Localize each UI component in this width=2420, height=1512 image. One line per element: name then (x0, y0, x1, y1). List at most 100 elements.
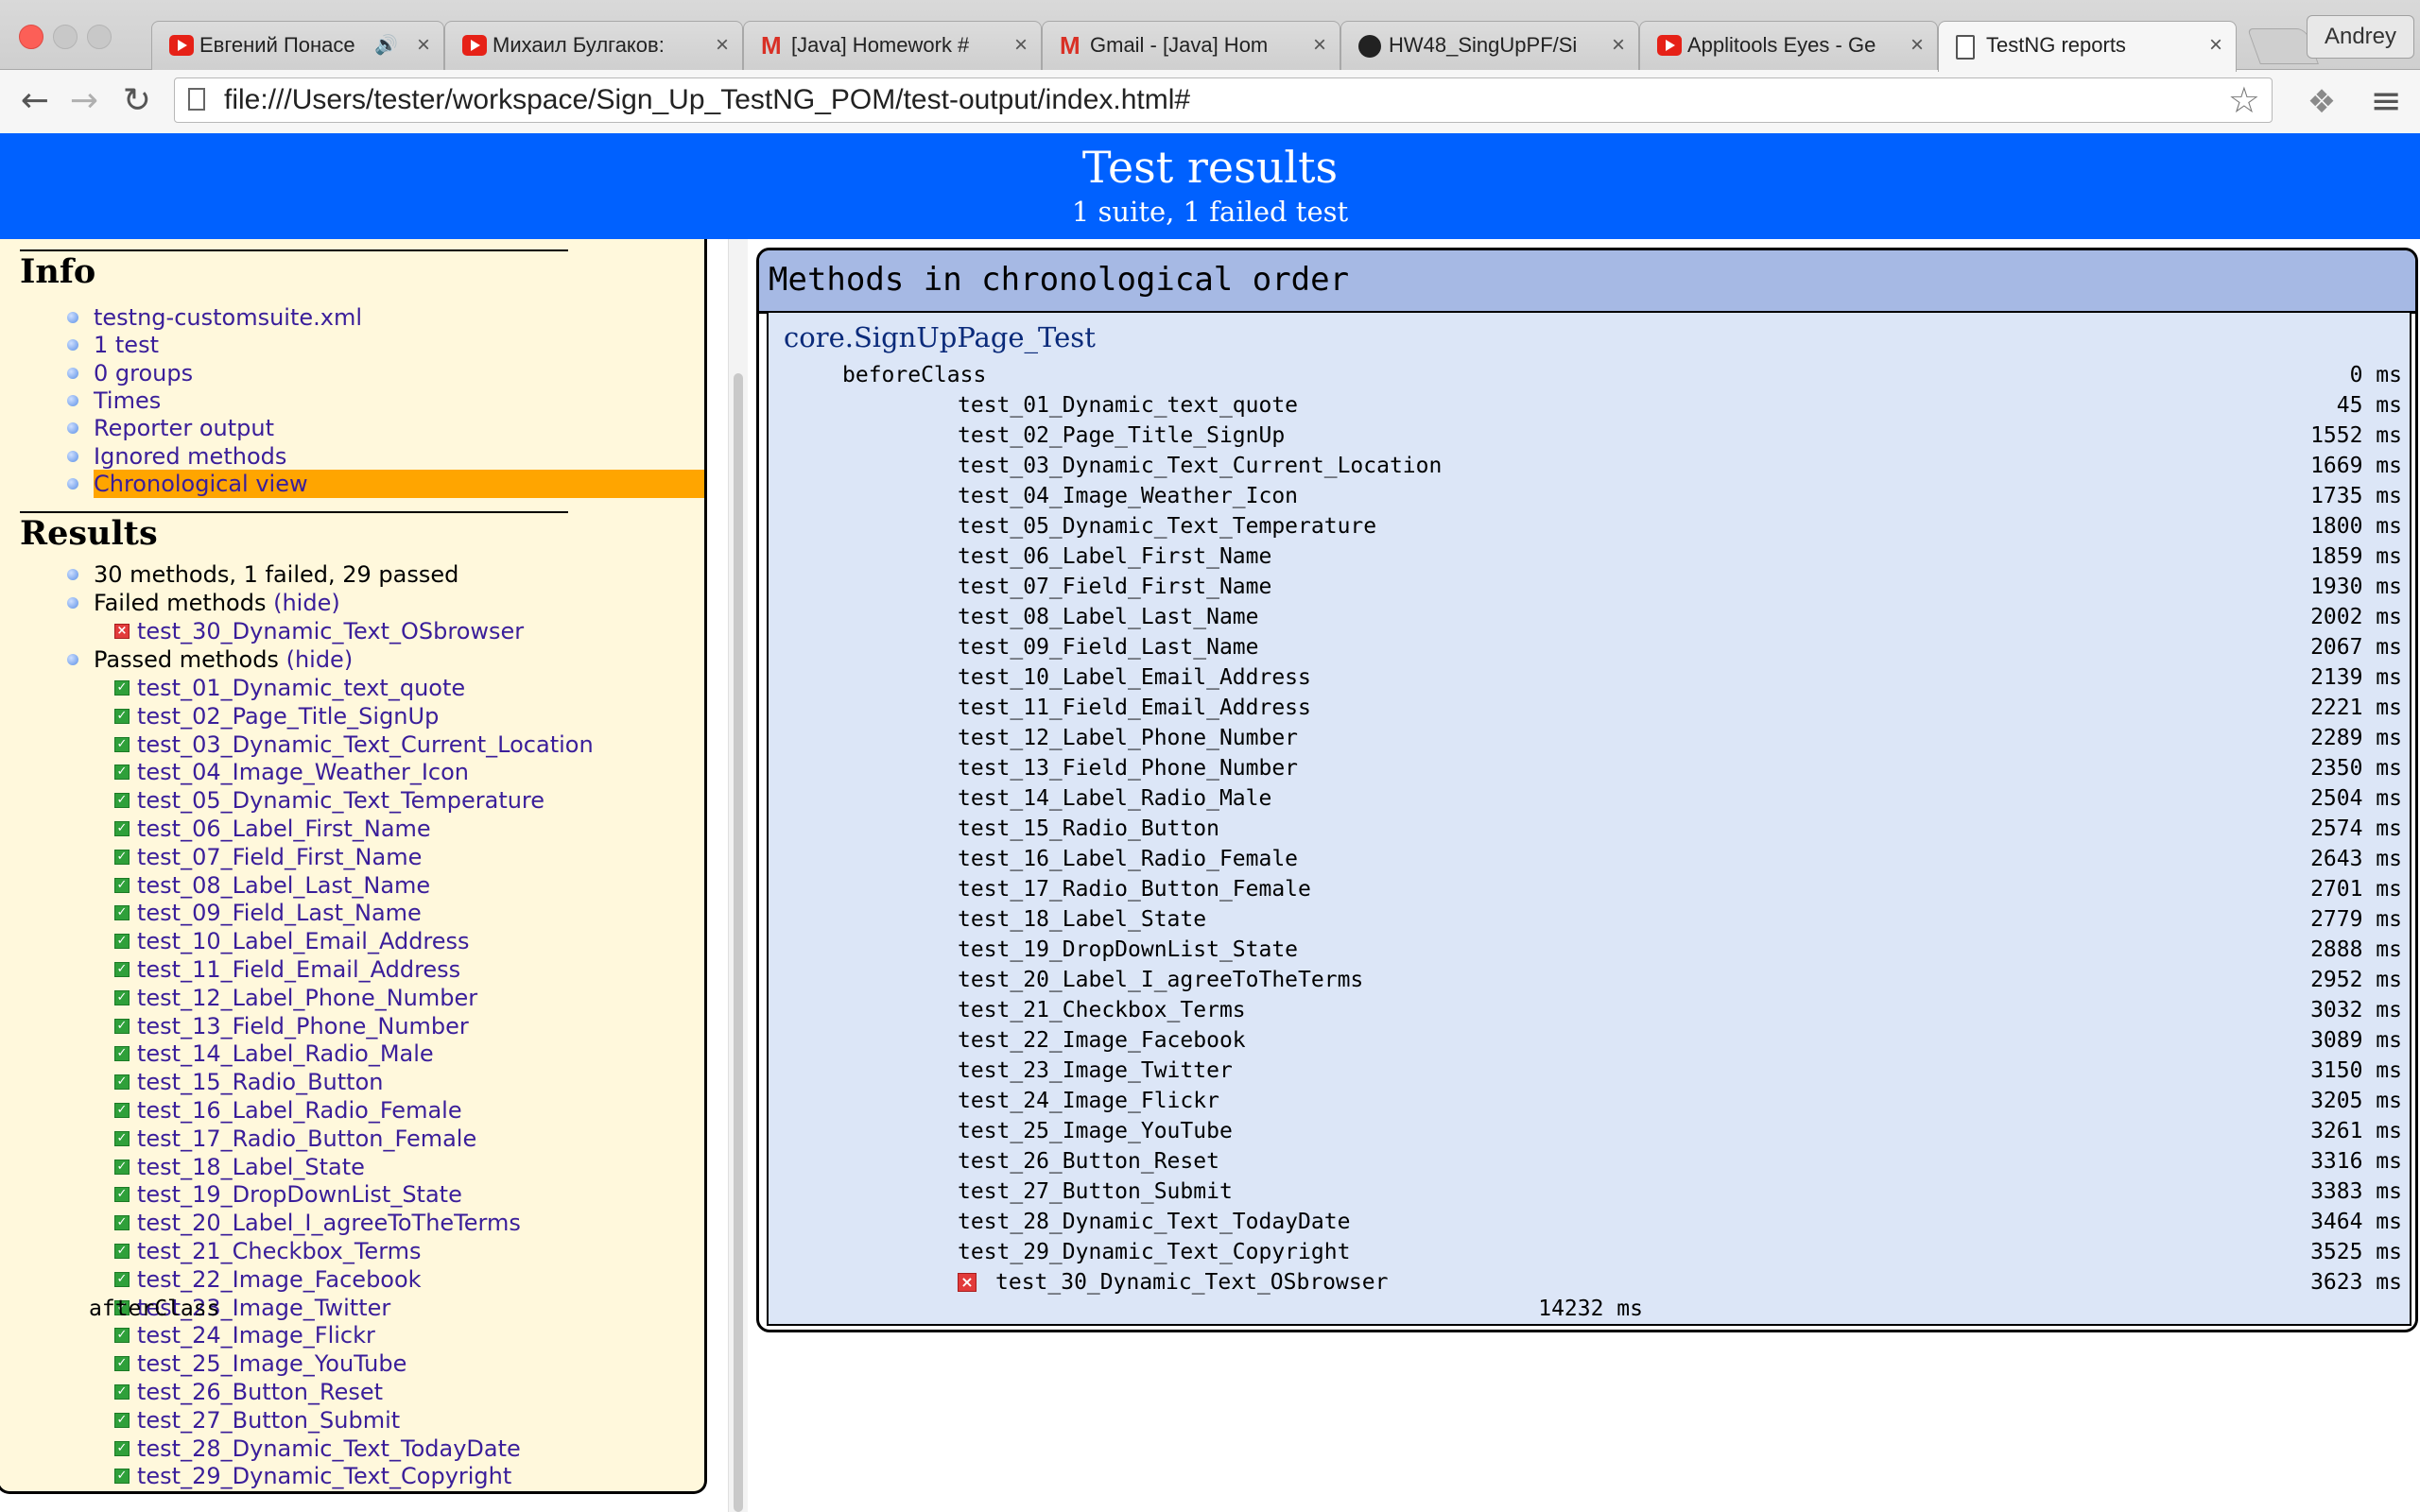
passed-icon: ✓ (114, 1412, 130, 1428)
passed-icon: ✓ (114, 708, 130, 724)
info-link[interactable]: testng-customsuite.xml (94, 303, 362, 332)
speaker-icon[interactable]: 🔊 (374, 22, 398, 69)
passed-method-link[interactable]: test_19_DropDownList_State (137, 1180, 462, 1209)
bullet-icon (67, 394, 78, 406)
browser-toolbar: ← → ↻ file:///Users/tester/workspace/Sig… (0, 70, 2420, 134)
panel-heading: Methods in chronological order (769, 261, 1350, 299)
method-time: 1669 ms (2310, 454, 2402, 478)
browser-tab[interactable]: M Gmail - [Java] Hom × (1042, 21, 1340, 70)
results-heading: Results (20, 514, 158, 553)
passed-method-link[interactable]: test_13_Field_Phone_Number (137, 1012, 469, 1040)
method-time: 2574 ms (2310, 816, 2402, 841)
info-link[interactable]: 1 test (94, 331, 159, 359)
method-time: 2139 ms (2310, 665, 2402, 690)
hide-passed-link[interactable]: (hide) (286, 646, 354, 673)
after-class-row: afterClass 14232 ms (8, 1293, 1652, 1325)
method-name: test_21_Checkbox_Terms (958, 998, 1246, 1022)
passed-method-link[interactable]: test_25_Image_YouTube (137, 1349, 406, 1378)
address-bar[interactable]: file:///Users/tester/workspace/Sign_Up_T… (174, 77, 2273, 123)
passed-method-link[interactable]: test_07_Field_First_Name (137, 843, 422, 871)
method-name: test_28_Dynamic_Text_TodayDate (958, 1210, 1351, 1234)
reload-icon[interactable]: ↻ (113, 79, 161, 125)
passed-method-link[interactable]: test_06_Label_First_Name (137, 815, 431, 843)
failed-method-link[interactable]: test_30_Dynamic_Text_OSbrowser (137, 617, 524, 645)
passed-method-link[interactable]: test_04_Image_Weather_Icon (137, 758, 469, 786)
method-row: test_08_Label_Last_Name 2002 ms (769, 602, 2411, 632)
method-time: 1859 ms (2310, 544, 2402, 569)
tab-close-icon[interactable]: × (1014, 22, 1028, 69)
tab-close-icon[interactable]: × (417, 22, 430, 69)
scrollbar-thumb[interactable] (734, 373, 743, 1512)
dropbox-icon[interactable]: ❖ (2303, 85, 2341, 119)
gmail-icon: M (761, 31, 782, 60)
passed-icon: ✓ (114, 1215, 130, 1231)
passed-method-link[interactable]: test_12_Label_Phone_Number (137, 984, 477, 1012)
method-row: test_14_Label_Radio_Male 2504 ms (769, 783, 2411, 814)
info-link[interactable]: Times (94, 387, 161, 415)
window-zoom-button[interactable] (87, 25, 112, 49)
bookmark-star-icon[interactable]: ☆ (2228, 78, 2260, 122)
profile-button[interactable]: Andrey (2307, 15, 2414, 59)
passed-method-link[interactable]: test_29_Dynamic_Text_Copyright (137, 1462, 511, 1490)
menu-icon[interactable]: ≡ (2363, 79, 2409, 125)
passed-method-link[interactable]: test_16_Label_Radio_Female (137, 1096, 462, 1125)
passed-method-link[interactable]: test_03_Dynamic_Text_Current_Location (137, 730, 594, 759)
method-row: test_11_Field_Email_Address 2221 ms (769, 693, 2411, 723)
passed-method-link[interactable]: test_20_Label_I_agreeToTheTerms (137, 1209, 521, 1237)
browser-tab[interactable]: Applitools Eyes - Ge × (1639, 21, 1938, 70)
method-name: test_05_Dynamic_Text_Temperature (958, 514, 1377, 539)
passed-icon: ✓ (114, 1018, 130, 1034)
passed-method-link[interactable]: test_17_Radio_Button_Female (137, 1125, 476, 1153)
info-link[interactable]: 0 groups (94, 359, 193, 387)
tab-close-icon[interactable]: × (1313, 22, 1326, 69)
passed-method-link[interactable]: test_09_Field_Last_Name (137, 899, 422, 927)
method-time: 3464 ms (2310, 1210, 2402, 1234)
passed-method-link[interactable]: test_14_Label_Radio_Male (137, 1040, 434, 1068)
passed-method-link[interactable]: test_02_Page_Title_SignUp (137, 702, 439, 730)
hide-failed-link[interactable]: (hide) (273, 590, 340, 616)
passed-method-link[interactable]: test_18_Label_State (137, 1153, 365, 1181)
passed-method-link[interactable]: test_05_Dynamic_Text_Temperature (137, 786, 544, 815)
forward-arrow-icon[interactable]: → (60, 79, 108, 125)
browser-tab-active[interactable]: TestNG reports × (1938, 21, 2237, 72)
passed-method-link[interactable]: test_28_Dynamic_Text_TodayDate (137, 1435, 521, 1463)
passed-method-link[interactable]: test_15_Radio_Button (137, 1068, 383, 1096)
window-minimize-button[interactable] (53, 25, 78, 49)
passed-method-link[interactable]: test_24_Image_Flickr (137, 1321, 375, 1349)
passed-method-link[interactable]: test_26_Button_Reset (137, 1378, 383, 1406)
tab-label: Евгений Понасе (199, 33, 355, 57)
method-time: 2221 ms (2310, 696, 2402, 720)
method-row: test_13_Field_Phone_Number 2350 ms (769, 753, 2411, 783)
method-name: test_26_Button_Reset (958, 1149, 1219, 1174)
url-text[interactable]: file:///Users/tester/workspace/Sign_Up_T… (224, 78, 1190, 122)
failed-icon: × (114, 624, 130, 639)
browser-tab[interactable]: HW48_SingUpPF/Si × (1340, 21, 1639, 70)
passed-method-link[interactable]: test_21_Checkbox_Terms (137, 1237, 422, 1265)
info-link[interactable]: Ignored methods (94, 442, 286, 471)
passed-method-link[interactable]: test_01_Dynamic_text_quote (137, 674, 465, 702)
info-heading: Info (20, 252, 96, 291)
tab-close-icon[interactable]: × (1612, 22, 1625, 69)
browser-tab[interactable]: Евгений Понасе 🔊 × (151, 21, 444, 70)
back-arrow-icon[interactable]: ← (11, 79, 59, 125)
method-name: test_07_Field_First_Name (958, 575, 1272, 599)
passed-method-link[interactable]: test_27_Button_Submit (137, 1406, 400, 1435)
passed-method-link[interactable]: test_22_Image_Facebook (137, 1265, 422, 1294)
passed-icon: ✓ (114, 905, 130, 921)
passed-method-link[interactable]: test_11_Field_Email_Address (137, 955, 460, 984)
passed-method-link[interactable]: test_10_Label_Email_Address (137, 927, 470, 955)
method-name: test_02_Page_Title_SignUp (958, 423, 1286, 448)
tab-label: TestNG reports (1986, 33, 2126, 57)
tab-close-icon[interactable]: × (716, 22, 729, 69)
window-close-button[interactable] (19, 25, 43, 49)
browser-tab[interactable]: M [Java] Homework # × (743, 21, 1042, 70)
method-row: test_15_Radio_Button 2574 ms (769, 814, 2411, 844)
method-row: test_16_Label_Radio_Female 2643 ms (769, 844, 2411, 874)
info-link[interactable]: Reporter output (94, 414, 274, 442)
tab-close-icon[interactable]: × (1910, 22, 1924, 69)
browser-tab[interactable]: Михаил Булгаков: × (444, 21, 743, 70)
method-time: 1735 ms (2310, 484, 2402, 508)
passed-method-link[interactable]: test_08_Label_Last_Name (137, 871, 430, 900)
info-link[interactable]: Chronological view (94, 470, 308, 498)
tab-close-icon[interactable]: × (2209, 22, 2222, 69)
